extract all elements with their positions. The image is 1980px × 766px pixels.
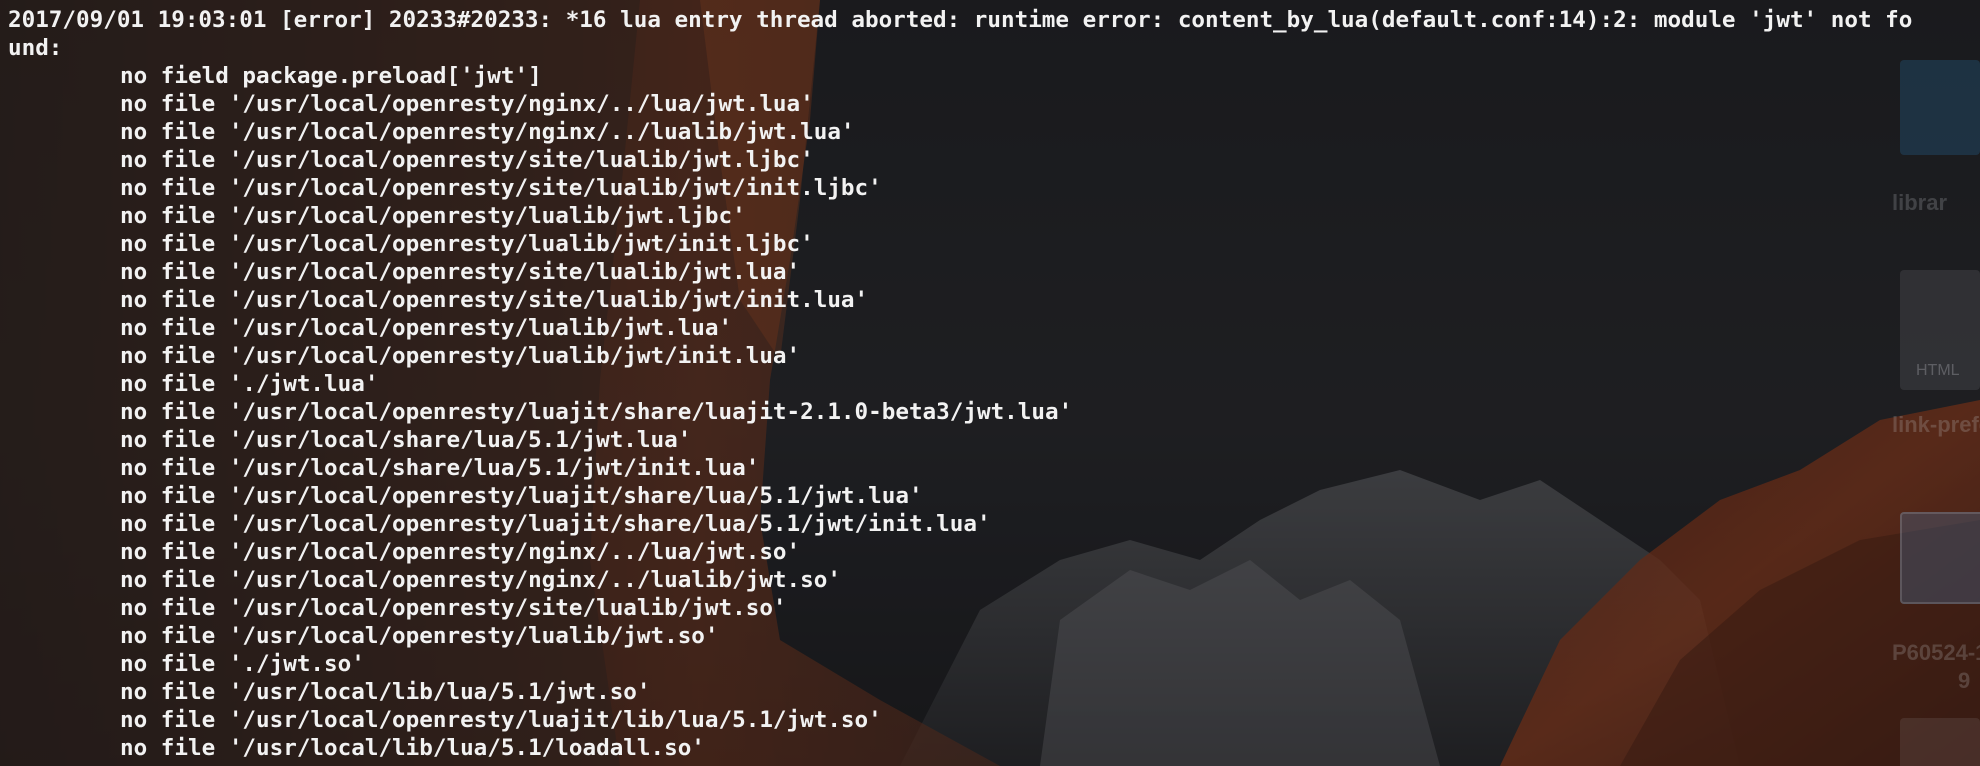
search-path-line: no file '/usr/local/openresty/nginx/../l… [120,539,801,565]
search-path-line: no file '/usr/local/lib/lua/5.1/loadall.… [120,735,705,761]
error-message-line: 2017/09/01 19:03:01 [error] 20233#20233:… [8,7,1913,33]
search-path-line: no file '/usr/local/openresty/nginx/../l… [120,91,814,117]
search-path-line: no file './jwt.so' [120,651,365,677]
search-path-line: no file '/usr/local/openresty/site/luali… [120,259,801,285]
search-path-line: no file '/usr/local/openresty/lualib/jwt… [120,203,746,229]
search-path-line: no file '/usr/local/openresty/lualib/jwt… [120,315,733,341]
search-path-line: no file '/usr/local/share/lua/5.1/jwt/in… [120,455,760,481]
search-path-line: no file '/usr/local/openresty/site/luali… [120,147,814,173]
terminal-output[interactable]: 2017/09/01 19:03:01 [error] 20233#20233:… [0,0,1980,766]
search-path-line: no file '/usr/local/openresty/lualib/jwt… [120,343,801,369]
search-path-line: no field package.preload['jwt'] [120,63,542,89]
search-path-list: no field package.preload['jwt'] no file '… [8,62,1980,762]
search-path-line: no file '/usr/local/openresty/lualib/jwt… [120,623,719,649]
search-path-line: no file '/usr/local/openresty/site/luali… [120,287,869,313]
search-path-line: no file '/usr/local/openresty/luajit/sha… [120,483,923,509]
search-path-line: no file '/usr/local/share/lua/5.1/jwt.lu… [120,427,692,453]
search-path-line: no file '/usr/local/openresty/site/luali… [120,595,787,621]
search-path-line: no file '/usr/local/openresty/luajit/sha… [120,399,1073,425]
screen: librar HTML link-prefetc P60524-12 9 201… [0,0,1980,766]
search-path-line: no file '/usr/local/openresty/lualib/jwt… [120,231,814,257]
search-path-line: no file '/usr/local/lib/lua/5.1/jwt.so' [120,679,651,705]
search-path-line: no file '/usr/local/openresty/luajit/sha… [120,511,991,537]
search-path-line: no file '/usr/local/openresty/luajit/lib… [120,707,882,733]
search-path-line: no file '/usr/local/openresty/site/luali… [120,175,882,201]
search-path-line: no file '/usr/local/openresty/nginx/../l… [120,567,841,593]
error-message-line-wrap: und: [8,35,63,61]
search-path-line: no file '/usr/local/openresty/nginx/../l… [120,119,855,145]
search-path-line: no file './jwt.lua' [120,371,379,397]
